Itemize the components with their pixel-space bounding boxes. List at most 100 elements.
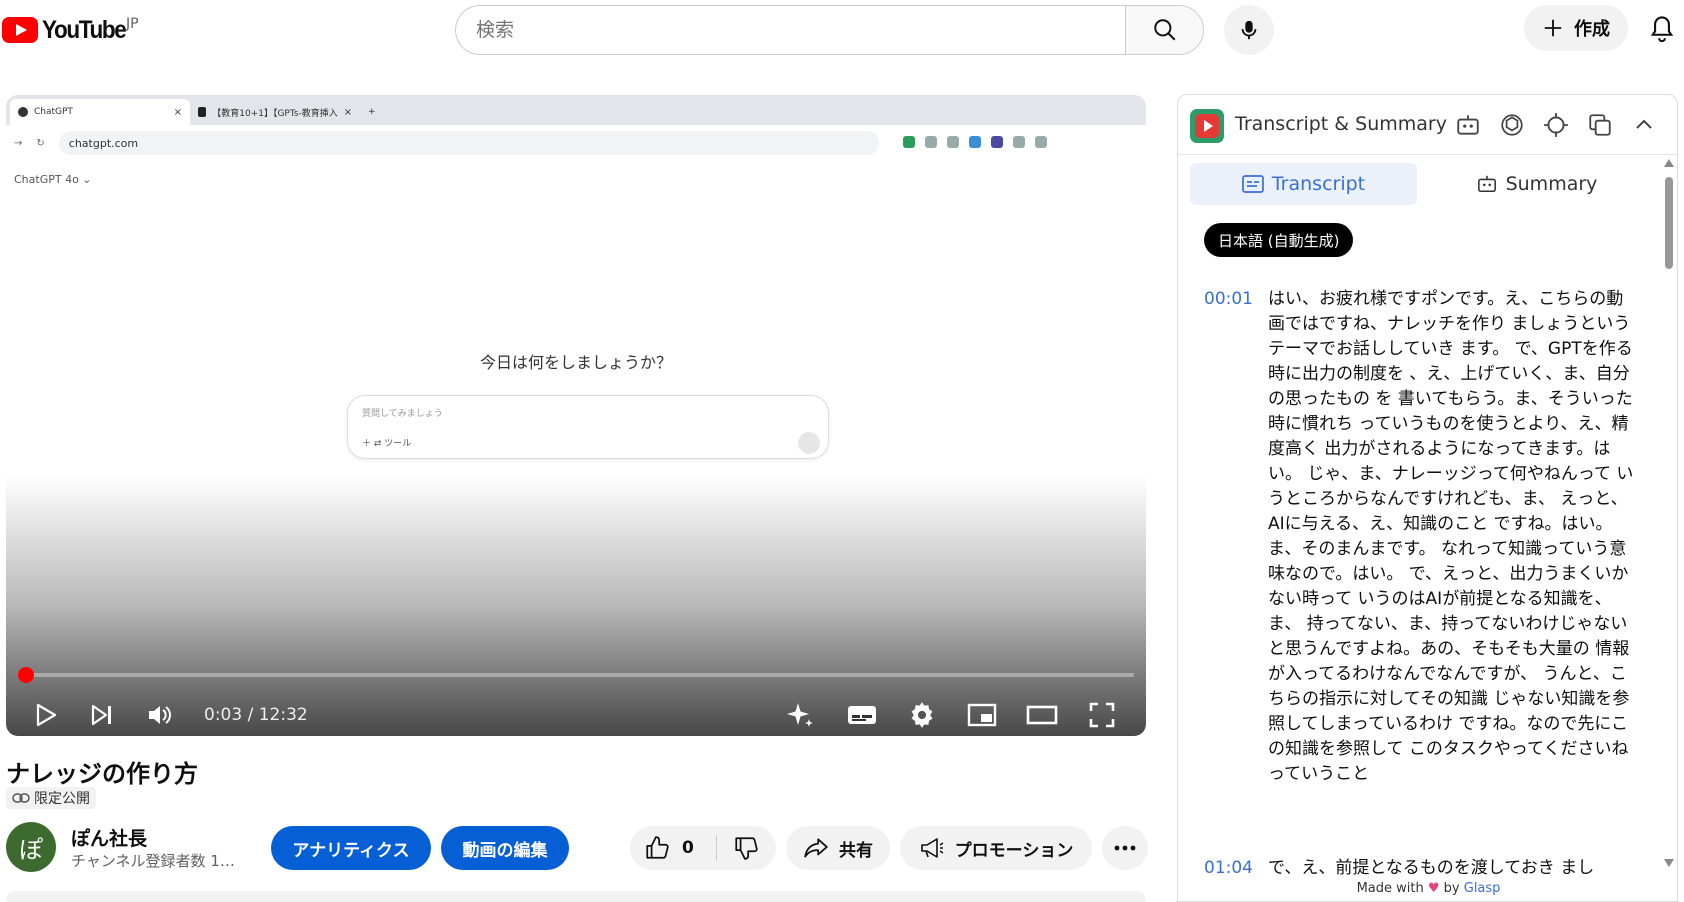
subtitles-button[interactable] [844, 695, 880, 735]
settings-button[interactable] [904, 695, 940, 735]
robot-icon [1477, 175, 1496, 193]
chatgpt-button[interactable] [1498, 111, 1526, 139]
more-actions-button[interactable] [1102, 826, 1148, 870]
link-icon [12, 793, 30, 803]
tab-summary-label: Summary [1505, 173, 1598, 195]
segment-text: で、え、前提となるものを渡しておき まし [1268, 858, 1595, 878]
channel-name[interactable]: ぽん社長 [71, 824, 147, 851]
scroll-up-icon[interactable] [1664, 159, 1674, 167]
recorded-chat-model: ChatGPT 4o ⌄ [14, 173, 92, 186]
copy-icon [1589, 114, 1611, 136]
more-horizontal-icon [1114, 845, 1136, 851]
gear-icon [911, 702, 933, 728]
search-box[interactable] [455, 5, 1125, 55]
recorded-chat-question: 今日は何をしましょうか？ [479, 353, 672, 372]
search-button[interactable] [1125, 5, 1204, 55]
heart-icon: ♥ [1427, 881, 1440, 896]
subtitles-icon [1242, 175, 1264, 193]
scrubber-handle[interactable] [18, 667, 34, 683]
youtube-logo[interactable]: YouTube JP [2, 14, 139, 46]
visibility-badge: 限定公開 [6, 787, 96, 809]
video-player[interactable]: ChatGPT × 【教育10+1】【GPTs-教育挿入くん… × + → ↻ … [6, 95, 1146, 736]
forward-icon: → [14, 137, 23, 149]
recorded-url: chatgpt.com [68, 136, 139, 150]
recorded-chat-placeholder: 質問してみましょう [362, 409, 443, 419]
miniplayer-button[interactable] [964, 695, 1000, 735]
recorded-browser-chrome: ChatGPT × 【教育10+1】【GPTs-教育挿入くん… × + → ↻ … [6, 95, 1146, 161]
chevron-up-icon [1636, 119, 1652, 129]
sparkle-icon [787, 703, 813, 727]
country-code: JP [126, 16, 139, 32]
like-count: 0 [682, 838, 694, 858]
tab-transcript[interactable]: Transcript [1190, 163, 1417, 205]
tab-transcript-label: Transcript [1271, 173, 1366, 195]
glasp-link[interactable]: Glasp [1464, 881, 1501, 896]
chatgpt-icon [18, 107, 28, 117]
recorded-chat-tools: ＋ ⇄ ツール [362, 439, 412, 449]
transcript-segment[interactable]: 00:01 はい、お疲れ様ですポンです。え、こちらの動画ではですね、ナレッチを作… [1204, 289, 1644, 819]
edit-video-button[interactable]: 動画の編集 [441, 826, 569, 870]
extensions-icons [893, 135, 1047, 151]
transcript-panel-header: Transcript & Summary [1178, 95, 1677, 155]
crosshair-icon [1544, 113, 1568, 137]
bell-icon [1650, 16, 1674, 43]
recorded-new-tab: + [368, 107, 376, 117]
collapse-button[interactable] [1630, 111, 1658, 139]
volume-button[interactable] [142, 695, 178, 735]
play-icon [36, 703, 57, 727]
search-icon [1153, 19, 1175, 41]
masthead: YouTube JP 作成 [0, 0, 1684, 62]
youtube-play-icon [2, 17, 38, 43]
glasp-logo-icon [1190, 109, 1224, 143]
channel-avatar[interactable]: ぽ [6, 822, 56, 872]
analytics-button[interactable]: アナリティクス [271, 826, 431, 870]
fullscreen-icon [1089, 702, 1115, 728]
recorded-tab: ChatGPT × [10, 99, 190, 125]
close-icon: × [343, 106, 352, 118]
copy-button[interactable] [1586, 111, 1614, 139]
voice-search-button[interactable] [1224, 5, 1274, 55]
theater-icon [1026, 705, 1058, 725]
like-button[interactable]: 0 [644, 835, 694, 861]
robot-icon [1457, 115, 1479, 135]
divider [715, 835, 717, 861]
recorded-tab-label: ChatGPT [34, 107, 73, 117]
visibility-label: 限定公開 [34, 791, 90, 807]
recorded-url-box: chatgpt.com [58, 131, 879, 155]
tab-summary[interactable]: Summary [1423, 163, 1650, 205]
segment-timestamp[interactable]: 00:01 [1204, 289, 1253, 309]
close-icon: × [173, 106, 182, 118]
share-label: 共有 [839, 840, 873, 861]
scroll-down-icon[interactable] [1664, 859, 1674, 867]
promotion-label: プロモーション [954, 840, 1074, 861]
dislike-button[interactable] [733, 835, 759, 861]
notifications-button[interactable] [1648, 14, 1678, 46]
ai-features-button[interactable] [782, 695, 818, 735]
share-button[interactable]: 共有 [786, 826, 890, 870]
play-button[interactable] [28, 695, 64, 735]
next-button[interactable] [84, 695, 120, 735]
promotion-button[interactable]: プロモーション [900, 826, 1092, 870]
video-title: ナレッジの作り方 [6, 760, 198, 788]
create-button[interactable]: 作成 [1524, 5, 1628, 51]
transcript-scrollbar[interactable] [1662, 155, 1676, 871]
megaphone-icon [920, 838, 944, 858]
transcript-segment[interactable]: 01:04 で、え、前提となるものを渡しておき まし [1204, 858, 1644, 883]
progress-bar[interactable] [24, 673, 1134, 677]
ai-bot-button[interactable] [1454, 111, 1482, 139]
scrollbar-thumb[interactable] [1665, 177, 1673, 269]
fullscreen-button[interactable] [1084, 695, 1120, 735]
language-selector[interactable]: 日本語 (自動生成) [1204, 223, 1354, 257]
search-input[interactable] [456, 6, 1125, 54]
recorded-voice-icon [798, 432, 820, 454]
subtitles-icon [848, 706, 876, 724]
segment-timestamp[interactable]: 01:04 [1204, 858, 1253, 878]
theater-mode-button[interactable] [1024, 695, 1060, 735]
subscriber-count: チャンネル登録者数 1… [71, 852, 235, 870]
notion-icon [198, 107, 207, 117]
plus-icon [1544, 19, 1562, 37]
recorded-tab-strip: ChatGPT × 【教育10+1】【GPTs-教育挿入くん… × + [6, 95, 1146, 125]
crosshair-button[interactable] [1542, 111, 1570, 139]
glasp-footer: Made with ♥ by Glasp [1178, 881, 1677, 896]
transcript-panel: Transcript & Summary Transcript Summary … [1177, 94, 1678, 902]
